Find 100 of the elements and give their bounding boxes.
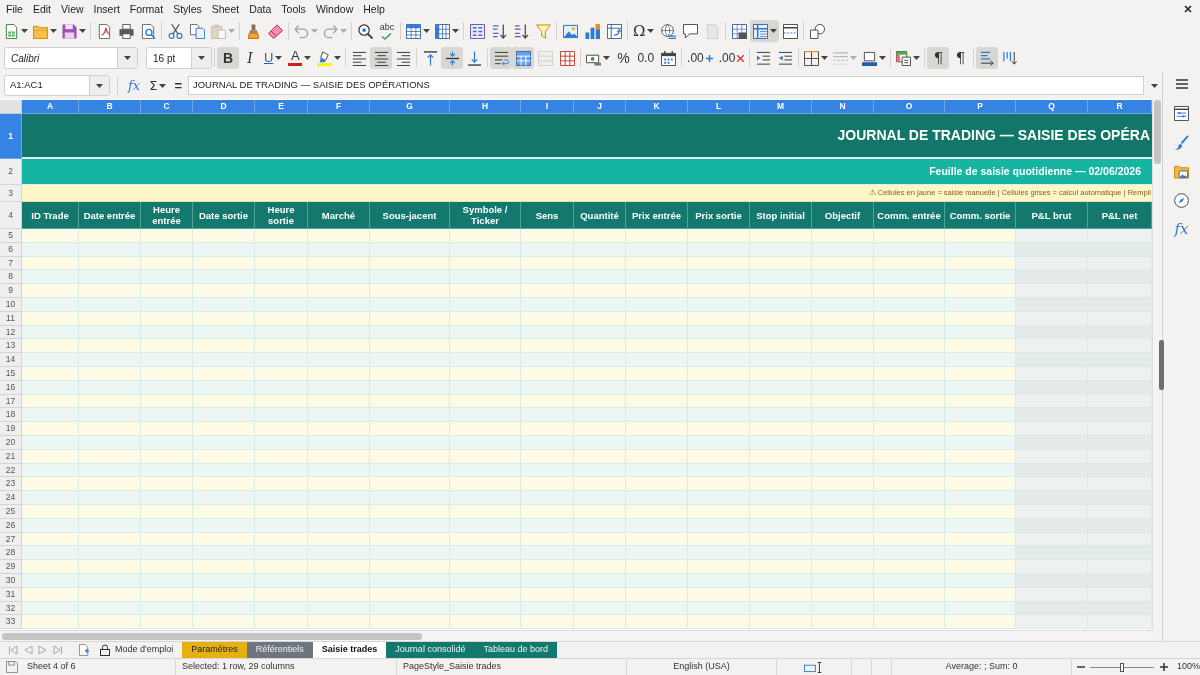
row-header[interactable]: 3 [0,185,22,202]
italic-button[interactable]: I [239,47,261,69]
menu-item[interactable]: Edit [32,2,51,16]
menu-item[interactable]: File [6,2,23,16]
right-to-left-button[interactable]: ¶ [949,47,972,69]
formula-cell[interactable] [1088,560,1152,574]
sheet-tab[interactable]: Référentiels [246,642,313,658]
menu-item[interactable]: Data [249,2,272,16]
formula-cell[interactable] [1016,615,1088,630]
row-header[interactable]: 24 [0,491,22,505]
menu-item[interactable]: Tools [281,2,306,16]
row-header[interactable]: 18 [0,408,22,423]
sheet-tab[interactable]: Saisie trades [312,642,387,658]
name-box[interactable]: A1:AC1 [4,75,110,96]
row-header[interactable]: 1 [0,114,22,159]
dropdown-button[interactable] [191,48,211,68]
horizontal-scrollbar[interactable] [0,630,1152,641]
formula-cell[interactable] [1016,270,1088,285]
row-header[interactable]: 13 [0,339,22,354]
row-header[interactable]: 33 [0,615,22,630]
column-header[interactable]: K [626,100,688,114]
bold-button[interactable]: B [217,47,239,69]
sheet-tab[interactable]: Paramètres [182,642,247,658]
last-sheet-button[interactable] [50,642,65,658]
column-header[interactable]: R [1088,100,1152,114]
menu-item[interactable]: Styles [173,2,202,16]
row-header[interactable]: 19 [0,422,22,436]
vertical-scrollbar[interactable] [1152,99,1162,630]
column-header[interactable]: J [574,100,626,114]
formula-cell[interactable] [1088,422,1152,436]
formula-cell[interactable] [1016,546,1088,561]
formula-cell[interactable] [1088,339,1152,354]
formula-cell[interactable] [1088,408,1152,423]
formula-cell[interactable] [1088,284,1152,298]
column-header[interactable]: H [450,100,521,114]
column-header[interactable]: O [874,100,945,114]
functions-button[interactable]: fx [1169,217,1194,241]
menu-item[interactable]: Sheet [211,2,240,16]
column-header[interactable]: I [521,100,574,114]
slider-thumb[interactable] [1120,662,1125,672]
formula-cell[interactable] [1088,353,1152,367]
formula-cell[interactable] [1016,339,1088,354]
percent-format-button[interactable]: % [612,47,635,69]
column-header[interactable]: M [750,100,812,114]
close-button[interactable] [1183,4,1193,14]
formula-cell[interactable] [1088,546,1152,561]
column-header[interactable]: P [945,100,1016,114]
sheet-tab[interactable]: Tableau de bord [474,642,557,658]
scrollbar-thumb[interactable] [2,632,422,640]
formula-cell[interactable] [1088,229,1152,243]
column-header[interactable]: D [193,100,255,114]
add-decimal-button[interactable]: .00 [684,47,716,69]
row-header[interactable]: 2 [0,159,22,185]
left-to-right-button[interactable]: ¶ [927,47,950,69]
column-header[interactable]: N [812,100,874,114]
add-sheet-button[interactable] [77,642,91,658]
menu-item[interactable]: Help [363,2,385,16]
wrap-text-button[interactable] [490,47,513,69]
menu-item[interactable]: Format [129,2,164,16]
align-center-button[interactable] [370,47,393,69]
column-header[interactable]: G [370,100,450,114]
formula-cell[interactable] [1088,491,1152,505]
spelling-button[interactable]: abc [376,20,398,42]
column-header[interactable]: Q [1016,100,1088,114]
column-header[interactable]: B [79,100,141,114]
formula-cell[interactable] [1016,284,1088,298]
row-header[interactable]: 29 [0,560,22,574]
sheet-tab[interactable]: Journal consolidé [386,642,475,658]
column-header[interactable]: A [22,100,79,114]
function-wizard-button[interactable]: fx [125,75,144,96]
formula-cell[interactable] [1016,560,1088,574]
text-direction-horizontal-button[interactable] [976,47,999,69]
menu-item[interactable]: View [61,2,84,16]
column-header[interactable]: F [308,100,370,114]
font-color-button[interactable]: A [285,47,315,69]
row-header[interactable]: 8 [0,270,22,285]
row-header[interactable]: 4 [0,202,22,229]
special-character-button[interactable]: Ω [630,20,658,42]
formula-cell[interactable] [1016,477,1088,492]
number-format-button[interactable]: 0.0 [634,47,658,69]
sidebar-handle[interactable] [1159,340,1164,390]
sum-button[interactable]: Σ [147,75,169,96]
formula-cell[interactable] [1016,491,1088,505]
column-header[interactable]: L [688,100,750,114]
column-header[interactable]: C [141,100,193,114]
scrollbar-thumb[interactable] [1154,100,1161,164]
formula-cell[interactable] [1016,422,1088,436]
row-header[interactable]: 14 [0,353,22,367]
formula-cell[interactable] [1016,229,1088,243]
freeze-panes-button[interactable] [750,20,780,42]
row-header[interactable]: 28 [0,546,22,561]
merge-center-button[interactable] [512,47,535,69]
formula-cell[interactable] [1016,408,1088,423]
center-vertically-button[interactable] [441,47,464,69]
dropdown-button[interactable] [89,76,109,95]
formula-button[interactable]: = [172,75,184,96]
formula-cell[interactable] [1088,477,1152,492]
menu-item[interactable]: Insert [93,2,120,16]
menu-item[interactable]: Window [315,2,354,16]
row-header[interactable]: 9 [0,284,22,298]
